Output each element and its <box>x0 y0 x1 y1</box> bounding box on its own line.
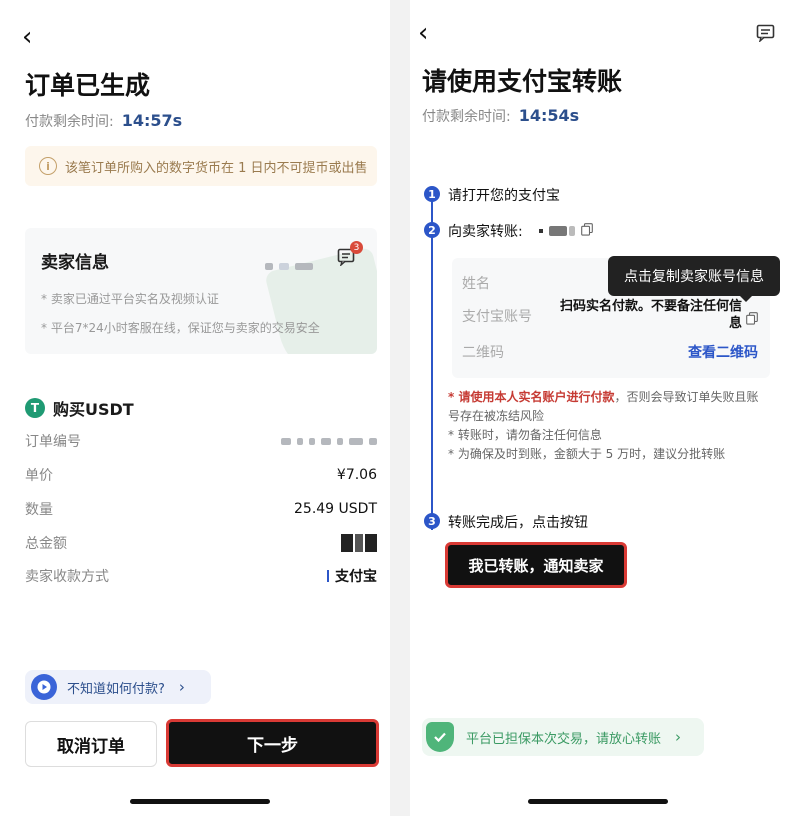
order-row-price: 单价 ¥7.06 <box>25 467 377 484</box>
step-2-text: 向卖家转账: <box>448 224 523 240</box>
buy-title: 购买USDT <box>53 400 134 419</box>
unit-price: ¥7.06 <box>336 467 377 483</box>
account-value: 扫码实名付款。不要备注任何信息 <box>559 299 742 331</box>
seller-name-blurred <box>259 255 313 274</box>
page-title: 请使用支付宝转账 <box>422 67 623 96</box>
step-3-dot: 3 <box>424 513 440 529</box>
copy-icon[interactable] <box>746 310 758 329</box>
unread-badge: 3 <box>350 241 363 254</box>
order-row-total: 总金额 <box>25 532 377 554</box>
warning-banner: i 该笔订单所购入的数字货币在 1 日内不可提币或出售 <box>25 146 377 186</box>
page-title: 订单已生成 <box>25 71 151 100</box>
order-created-screen: ‹ 订单已生成 付款剩余时间: 14:57s i 该笔订单所购入的数字货币在 1 … <box>0 0 390 816</box>
play-icon <box>31 674 57 700</box>
buy-usdt-header: T 购买USDT <box>25 396 134 420</box>
warning-text: 该笔订单所购入的数字货币在 1 日内不可提币或出售 <box>65 160 368 176</box>
payment-timer: 付款剩余时间: 14:57s <box>25 111 183 130</box>
steps-connector <box>431 200 433 530</box>
how-to-pay-button[interactable]: 不知道如何付款? › <box>25 670 211 704</box>
note-2: * 转账时，请勿备注任何信息 <box>448 428 602 442</box>
qr-label: 二维码 <box>462 345 504 361</box>
step-2-dot: 2 <box>424 222 440 238</box>
step-2-row: 向卖家转账: <box>448 221 593 241</box>
chat-icon[interactable] <box>756 24 776 46</box>
back-icon[interactable]: ‹ <box>22 24 32 50</box>
home-indicator <box>528 799 668 804</box>
guarantee-banner[interactable]: 平台已担保本次交易，请放心转账 › <box>422 718 704 756</box>
step-1-dot: 1 <box>424 186 440 202</box>
timer-value: 14:54s <box>518 106 580 125</box>
view-qr-link[interactable]: 查看二维码 <box>688 342 758 362</box>
transfer-notes: * 请使用本人实名账户进行付款，否则会导致订单失败且账号存在被冻结风险 * 转账… <box>448 388 770 464</box>
account-label: 支付宝账号 <box>462 309 532 325</box>
seller-info-title: 卖家信息 <box>41 253 109 273</box>
back-icon[interactable]: ‹ <box>418 20 428 46</box>
note-1: * 请使用本人实名账户进行付款，否则会导致订单失败且账号存在被冻结风险 <box>448 390 759 423</box>
seller-note-1: * 卖家已通过平台实名及视频认证 <box>41 292 219 306</box>
total-amount-blurred <box>341 534 377 552</box>
seller-note-2: * 平台7*24小时客服在线，保证您与卖家的交易安全 <box>41 321 320 335</box>
notify-seller-button[interactable]: 我已转账，通知卖家 <box>445 542 627 588</box>
chat-icon[interactable]: 3 <box>337 241 363 268</box>
timer-value: 14:57s <box>121 111 183 130</box>
quantity: 25.49 USDT <box>294 501 377 517</box>
copy-tooltip: 点击复制卖家账号信息 <box>608 256 780 296</box>
info-icon: i <box>39 157 57 175</box>
name-label: 姓名 <box>462 276 490 292</box>
seller-account-blurred <box>538 226 575 236</box>
guarantee-text: 平台已担保本次交易，请放心转账 <box>466 731 662 747</box>
copy-icon[interactable] <box>580 222 593 240</box>
home-indicator <box>130 799 270 804</box>
step-1-text: 请打开您的支付宝 <box>448 188 560 204</box>
shield-check-icon <box>426 722 454 752</box>
order-id-blurred[interactable] <box>275 433 377 449</box>
chevron-right-icon: › <box>178 678 185 696</box>
order-row-quantity: 数量 25.49 USDT <box>25 501 377 518</box>
note-3: * 为确保及时到账，金额大于 5 万时，建议分批转账 <box>448 447 726 461</box>
payment-method: 支付宝 <box>327 566 377 586</box>
order-row-payment-method: 卖家收款方式 支付宝 <box>25 565 377 587</box>
next-step-button[interactable]: 下一步 <box>166 719 379 767</box>
alipay-transfer-screen: ‹ 请使用支付宝转账 付款剩余时间: 14:54s 1 请打开您的支付宝 2 向卖… <box>410 0 800 816</box>
chevron-right-icon: › <box>675 728 682 746</box>
cancel-order-button[interactable]: 取消订单 <box>25 721 157 767</box>
payment-timer: 付款剩余时间: 14:54s <box>422 106 580 125</box>
step-3-text: 转账完成后，点击按钮 <box>448 515 588 531</box>
order-row-id: 订单编号 <box>25 430 377 452</box>
how-to-pay-label: 不知道如何付款? <box>67 681 165 697</box>
usdt-icon: T <box>25 398 45 418</box>
seller-info-card: 卖家信息 3 * 卖家已通过平台实名及视频认证 * 平台7*24小时客服在线，保… <box>25 228 377 354</box>
tooltip-arrow <box>740 296 752 302</box>
